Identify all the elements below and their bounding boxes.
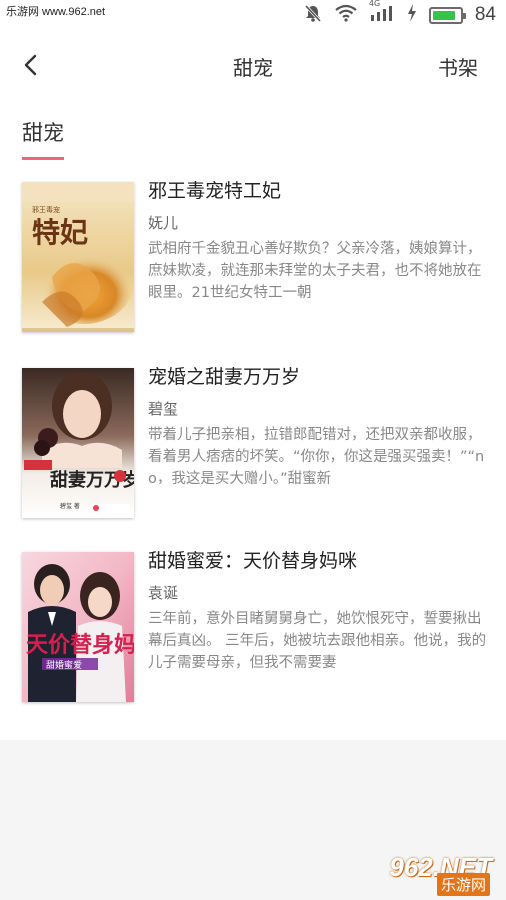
book-description: 带着儿子把亲相，拉错郎配错对，还把双亲都收服，看着男人痞痞的坏笑。“你你，你这是… — [148, 427, 485, 487]
signal-icon: 4G — [369, 0, 395, 26]
cover-small-text: 甜婚蜜爱 — [46, 659, 82, 671]
battery-percent: 84 — [474, 4, 496, 25]
wifi-icon — [335, 4, 357, 26]
book-description: 三年前，意外目睹舅舅身亡，她饮恨死守，誓要揪出幕后真凶。 三年后，她被坑去跟他相… — [148, 611, 487, 671]
book-author: 袁诞 — [148, 584, 179, 602]
book-description: 武相府千金貌丑心善好欺负？父亲冷落，姨娘算计，庶妹欺凌，就连那未拜堂的太子夫君，… — [148, 241, 482, 301]
charging-icon — [407, 4, 417, 26]
battery-fill — [432, 10, 455, 20]
book-item[interactable]: 特妃 邪王毒宠 邪王毒宠特工妃 妩儿 武相府千金貌丑心善好欺负？父亲冷落，姨娘算… — [22, 180, 486, 334]
battery-icon — [428, 6, 466, 24]
status-bar: 乐游网 www.962.net 4G 84 — [0, 0, 506, 32]
status-icons: 4G 84 — [303, 0, 496, 27]
book-cover[interactable]: 甜妻万万岁 碧玺 著 — [22, 368, 134, 518]
book-item[interactable]: 甜妻万万岁 碧玺 著 宠婚之甜妻万万岁 碧玺 带着儿子把亲相，拉错郎配错对，还把… — [22, 366, 486, 520]
book-title[interactable]: 邪王毒宠特工妃 — [148, 176, 281, 203]
book-cover[interactable]: 特妃 邪王毒宠 — [22, 182, 134, 332]
book-cover[interactable]: 天价替身妈咪 甜婚蜜爱 — [22, 552, 134, 702]
watermark-text: 乐游网 — [436, 873, 490, 896]
bookshelf-button[interactable]: 书架 — [438, 52, 478, 81]
section-title: 甜宠 — [22, 121, 64, 145]
mute-icon — [303, 3, 323, 27]
book-list-section: 甜宠 特妃 邪王毒宠 邪王毒宠特工妃 妩儿 武相府千金貌丑心善好欺负？父亲冷落，… — [0, 100, 506, 740]
cover-title-text: 天价替身妈咪 — [26, 632, 134, 658]
book-author: 碧玺 — [148, 400, 179, 418]
book-author: 妩儿 — [148, 214, 179, 232]
cover-small-text: 碧玺 著 — [60, 502, 80, 510]
cover-title-text: 特妃 — [32, 216, 88, 249]
page-title: 甜宠 — [233, 56, 273, 80]
book-item[interactable]: 天价替身妈咪 甜婚蜜爱 甜婚蜜爱：天价替身妈咪 袁诞 三年前，意外目睹舅舅身亡，… — [22, 550, 487, 704]
book-title[interactable]: 甜婚蜜爱：天价替身妈咪 — [148, 546, 357, 573]
watermark-top: 乐游网 www.962.net — [4, 3, 108, 19]
book-title[interactable]: 宠婚之甜妻万万岁 — [148, 362, 300, 389]
top-nav-bar: 甜宠 书架 — [0, 32, 506, 100]
section-underline — [22, 157, 64, 160]
cover-small-text: 邪王毒宠 — [32, 205, 60, 214]
watermark-bottom: 962.NET 乐游网 — [368, 852, 500, 896]
network-label: 4G — [368, 0, 381, 8]
